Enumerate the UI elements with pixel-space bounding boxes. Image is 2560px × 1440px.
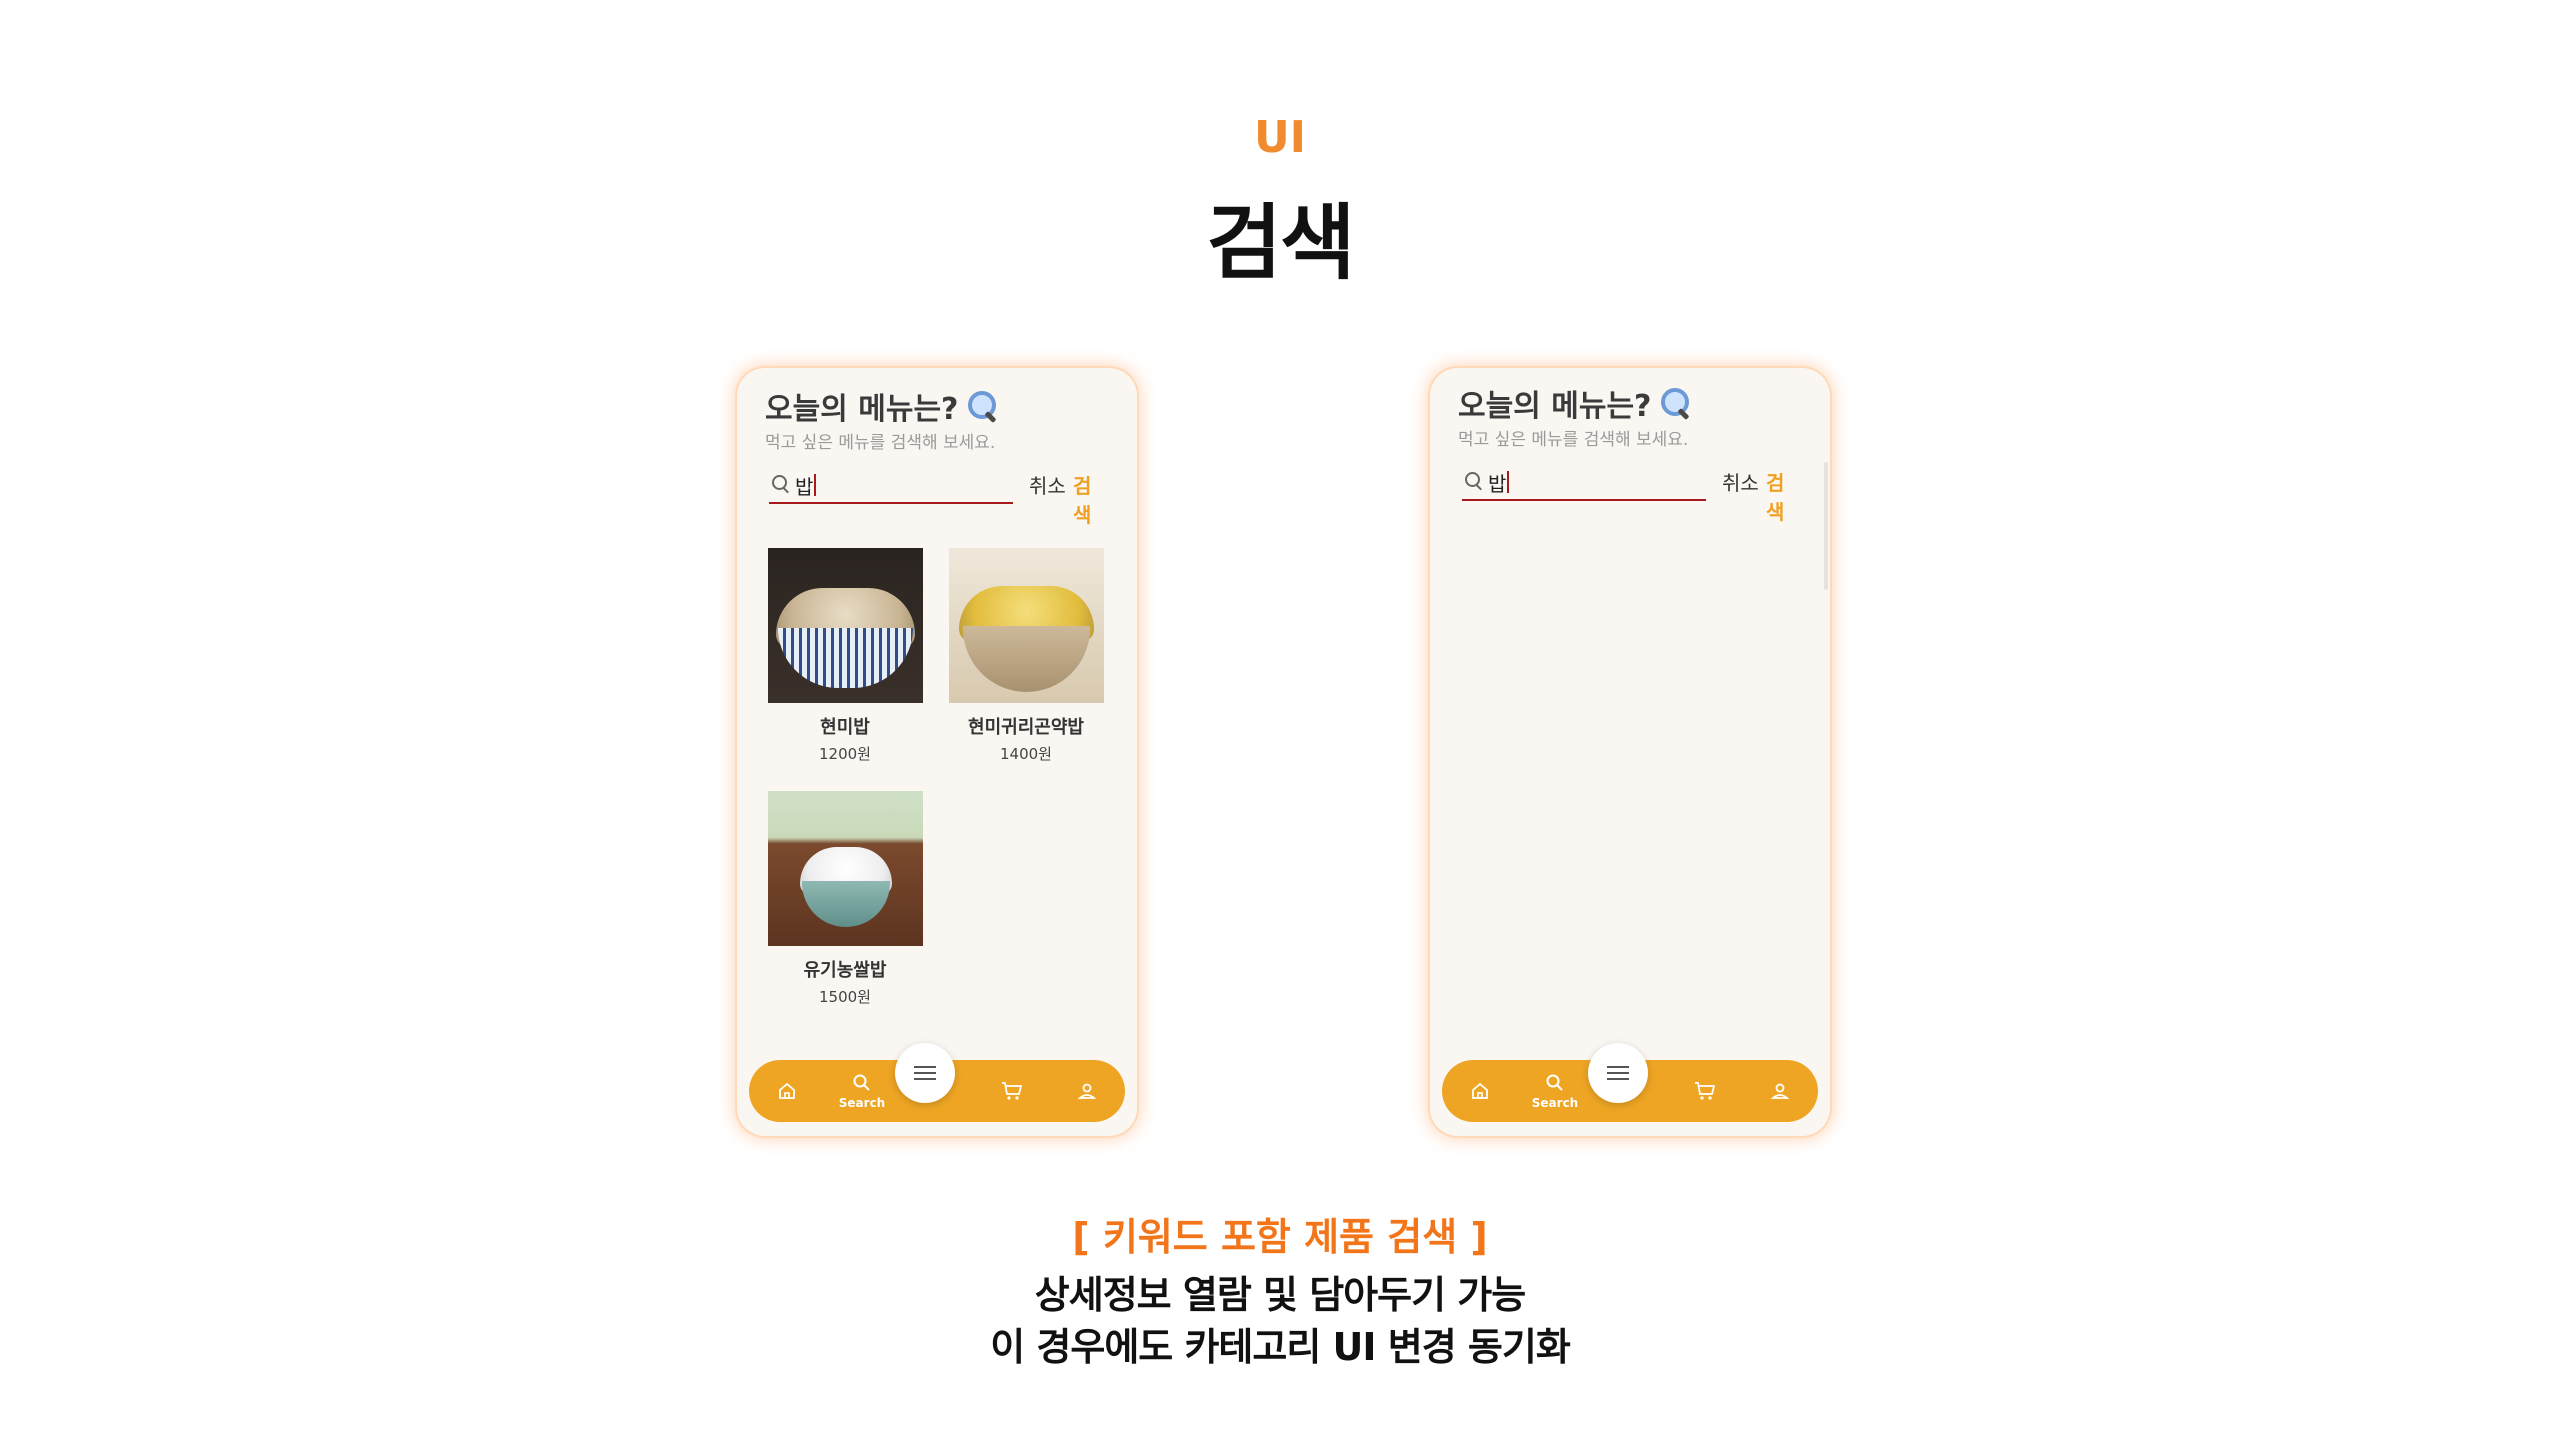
cart-icon	[1695, 1082, 1716, 1100]
white-rice-bowl-image	[767, 791, 923, 946]
text-caret	[814, 474, 817, 496]
home-icon	[1472, 1082, 1488, 1099]
product-price: 1200원	[819, 745, 871, 763]
search-input[interactable]: 밥	[769, 468, 1013, 504]
slide-kicker: UI	[1253, 112, 1307, 163]
product-card[interactable]: 현미밥 1200원	[765, 548, 925, 764]
user-icon	[1770, 1083, 1790, 1099]
phone-screen-results: 오늘의 메뉴는? 먹고 싶은 메뉴를 검색해 보세요. 밥 취소 검색 현미밥 …	[737, 368, 1137, 1136]
tab-cart[interactable]	[982, 1060, 1042, 1122]
tab-search[interactable]: Search	[832, 1060, 892, 1122]
menu-fab-button[interactable]	[1588, 1043, 1648, 1103]
product-card[interactable]: 현미귀리곤약밥 1400원	[946, 548, 1106, 764]
tab-profile[interactable]	[1057, 1060, 1117, 1122]
search-button[interactable]: 검색	[1073, 470, 1109, 528]
tab-home[interactable]	[1450, 1060, 1510, 1122]
menu-fab-button[interactable]	[895, 1043, 955, 1103]
search-icon	[771, 474, 793, 496]
product-name: 현미귀리곤약밥	[968, 717, 1084, 738]
search-icon	[1464, 471, 1486, 493]
cancel-button[interactable]: 취소	[1722, 467, 1759, 496]
tab-search-label: Search	[1531, 1095, 1579, 1110]
slide-title: 검색	[1206, 196, 1356, 291]
search-icon	[1546, 1074, 1563, 1091]
oat-konjac-rice-bowl-image	[948, 548, 1104, 703]
tab-search[interactable]: Search	[1525, 1060, 1585, 1122]
screen-subtitle: 먹고 싶은 메뉴를 검색해 보세요.	[765, 433, 996, 453]
search-input-value: 밥	[1488, 471, 1507, 496]
product-card[interactable]: 유기농쌀밥 1500원	[765, 791, 925, 1007]
tab-search-label: Search	[838, 1095, 886, 1110]
brown-rice-bowl-image	[767, 548, 923, 703]
magnifier-emoji-icon	[966, 389, 1000, 424]
product-price: 1500원	[819, 988, 871, 1006]
menu-icon	[914, 1064, 936, 1082]
search-input[interactable]: 밥	[1462, 465, 1706, 501]
product-name: 유기농쌀밥	[803, 960, 887, 981]
search-icon	[853, 1074, 870, 1091]
text-caret	[1507, 471, 1510, 493]
cart-icon	[1002, 1082, 1023, 1100]
screen-title: 오늘의 메뉴는?	[1458, 381, 1693, 425]
tab-cart[interactable]	[1675, 1060, 1735, 1122]
search-button[interactable]: 검색	[1766, 467, 1802, 525]
tab-profile[interactable]	[1750, 1060, 1810, 1122]
screen-title: 오늘의 메뉴는?	[765, 384, 1000, 428]
caption-heading: [ 키워드 포함 제품 검색 ]	[1072, 1215, 1488, 1259]
user-icon	[1077, 1083, 1097, 1099]
phone-screen-empty: 오늘의 메뉴는? 먹고 싶은 메뉴를 검색해 보세요. 밥 취소 검색 Sear…	[1430, 368, 1830, 1136]
caption-line: 상세정보 열람 및 담아두기 가능	[1034, 1273, 1526, 1317]
scrollbar[interactable]	[1824, 462, 1828, 590]
screen-title-text: 오늘의 메뉴는?	[1458, 389, 1652, 424]
screen-title-text: 오늘의 메뉴는?	[765, 392, 959, 427]
tab-home[interactable]	[757, 1060, 817, 1122]
caption-line: 이 경우에도 카테고리 UI 변경 동기화	[990, 1325, 1571, 1369]
product-name: 현미밥	[820, 717, 870, 738]
menu-icon	[1607, 1064, 1629, 1082]
search-input-value: 밥	[795, 474, 814, 499]
magnifier-emoji-icon	[1659, 386, 1693, 421]
search-bar: 밥 취소 검색	[1462, 465, 1802, 524]
screen-subtitle: 먹고 싶은 메뉴를 검색해 보세요.	[1458, 430, 1689, 450]
home-icon	[779, 1082, 795, 1099]
cancel-button[interactable]: 취소	[1029, 470, 1066, 499]
search-bar: 밥 취소 검색	[769, 468, 1109, 527]
product-price: 1400원	[1000, 745, 1052, 763]
